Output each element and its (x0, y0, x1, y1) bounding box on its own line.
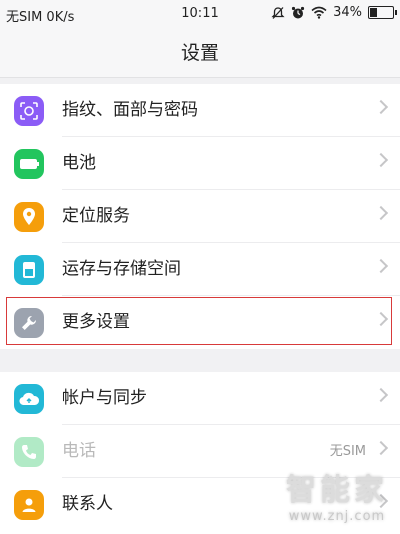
status-bar: 无SIM 0K/s 10:11 34% (0, 0, 400, 28)
fingerprint-face-icon (14, 96, 44, 126)
watermark-url: www.znj.com (288, 509, 386, 524)
page-title: 设置 (0, 28, 400, 78)
settings-item-label: 运存与存储空间 (62, 259, 181, 279)
cloud-sync-icon (14, 384, 44, 414)
contact-icon (14, 490, 44, 520)
settings-item-label: 帐户与同步 (62, 388, 147, 408)
settings-item-battery[interactable]: 电池 (0, 137, 400, 190)
battery-percent: 34% (333, 5, 362, 20)
chevron-right-icon (373, 99, 389, 115)
chevron-right-icon (373, 152, 389, 168)
settings-item-fingerprint-face-password[interactable]: 指纹、面部与密码 (0, 84, 400, 137)
settings-item-label: 电池 (62, 153, 96, 173)
storage-icon (14, 255, 44, 285)
watermark-title: 智能家 (286, 473, 388, 508)
settings-item-more-settings[interactable]: 更多设置 (0, 296, 400, 349)
settings-item-accounts-sync[interactable]: 帐户与同步 (0, 372, 400, 425)
chevron-right-icon (373, 258, 389, 274)
settings-item-label: 联系人 (62, 494, 113, 514)
chevron-right-icon (373, 440, 389, 456)
settings-item-label: 定位服务 (62, 206, 130, 226)
chevron-right-icon (373, 311, 389, 327)
status-icons: 34% (271, 5, 397, 20)
settings-item-label: 指纹、面部与密码 (62, 100, 198, 120)
chevron-right-icon (373, 387, 389, 403)
chevron-right-icon (373, 205, 389, 221)
wrench-icon (14, 308, 44, 338)
settings-item-label: 电话 (62, 441, 96, 461)
settings-item-memory-storage[interactable]: 运存与存储空间 (0, 243, 400, 296)
settings-group-1: 指纹、面部与密码 电池 定位服务 运存与存储空间 更多设置 (0, 84, 400, 349)
phone-icon (14, 437, 44, 467)
alarm-icon (291, 6, 305, 18)
location-pin-icon (14, 202, 44, 232)
battery-setting-icon (14, 149, 44, 179)
settings-item-location-services[interactable]: 定位服务 (0, 190, 400, 243)
battery-icon (368, 6, 397, 19)
settings-item-label: 更多设置 (62, 312, 130, 332)
mute-icon (271, 6, 285, 19)
wifi-icon (311, 6, 327, 19)
watermark: 智能家 www.znj.com (286, 465, 388, 524)
